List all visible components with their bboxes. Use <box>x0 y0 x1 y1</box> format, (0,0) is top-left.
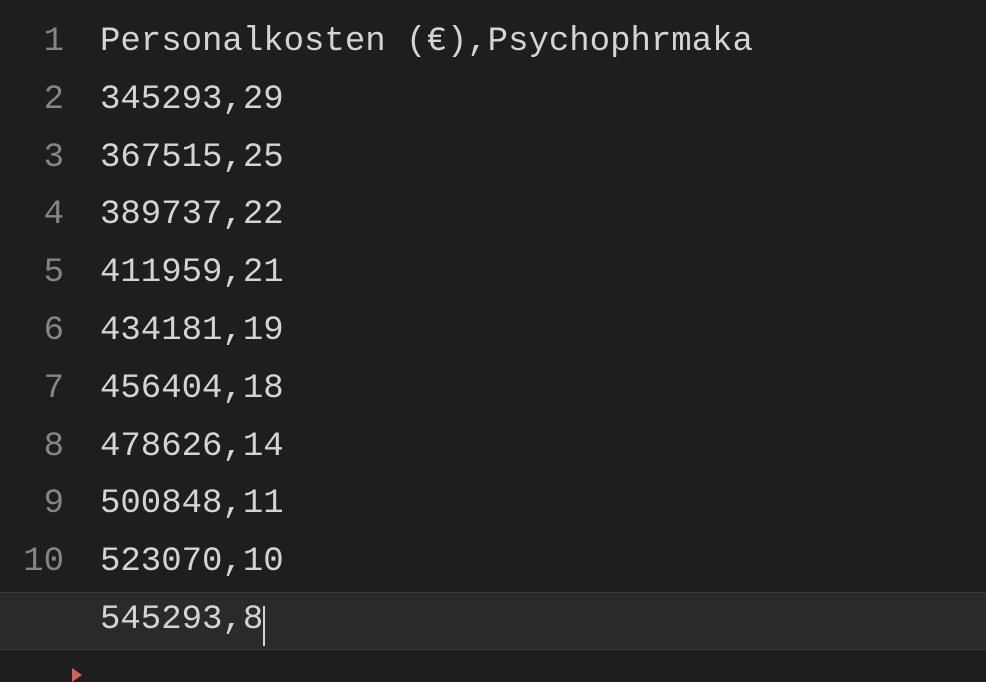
text-cursor <box>263 606 265 646</box>
line-number: 9 <box>0 476 64 534</box>
editor-content[interactable]: Personalkosten (€),Psychophrmaka 345293,… <box>100 14 986 656</box>
code-editor[interactable]: 1 2 3 4 5 6 7 8 9 10 11 Personalkosten (… <box>0 0 986 656</box>
line-number: 4 <box>0 187 64 245</box>
line-number: 2 <box>0 72 64 130</box>
line-number-gutter: 1 2 3 4 5 6 7 8 9 10 11 <box>0 14 100 656</box>
code-line[interactable]: 456404,18 <box>100 361 986 419</box>
code-line[interactable]: 523070,10 <box>100 534 986 592</box>
code-line[interactable]: 389737,22 <box>100 187 986 245</box>
line-number: 3 <box>0 130 64 188</box>
code-line[interactable]: 434181,19 <box>100 303 986 361</box>
line-number: 10 <box>0 534 64 592</box>
line-number: 7 <box>0 361 64 419</box>
line-number: 11 <box>0 592 64 650</box>
line-number: 5 <box>0 245 64 303</box>
code-line-current[interactable]: 545293,8 <box>100 592 986 650</box>
code-text: 545293,8 <box>100 601 263 639</box>
code-line[interactable]: 367515,25 <box>100 130 986 188</box>
code-line[interactable]: 345293,29 <box>100 72 986 130</box>
code-line[interactable]: 411959,21 <box>100 245 986 303</box>
line-number: 8 <box>0 419 64 477</box>
code-line[interactable]: 500848,11 <box>100 476 986 534</box>
code-line[interactable]: 478626,14 <box>100 419 986 477</box>
code-line[interactable]: Personalkosten (€),Psychophrmaka <box>100 14 986 72</box>
line-number: 6 <box>0 303 64 361</box>
triangle-indicator-icon <box>72 668 82 682</box>
line-number: 1 <box>0 14 64 72</box>
